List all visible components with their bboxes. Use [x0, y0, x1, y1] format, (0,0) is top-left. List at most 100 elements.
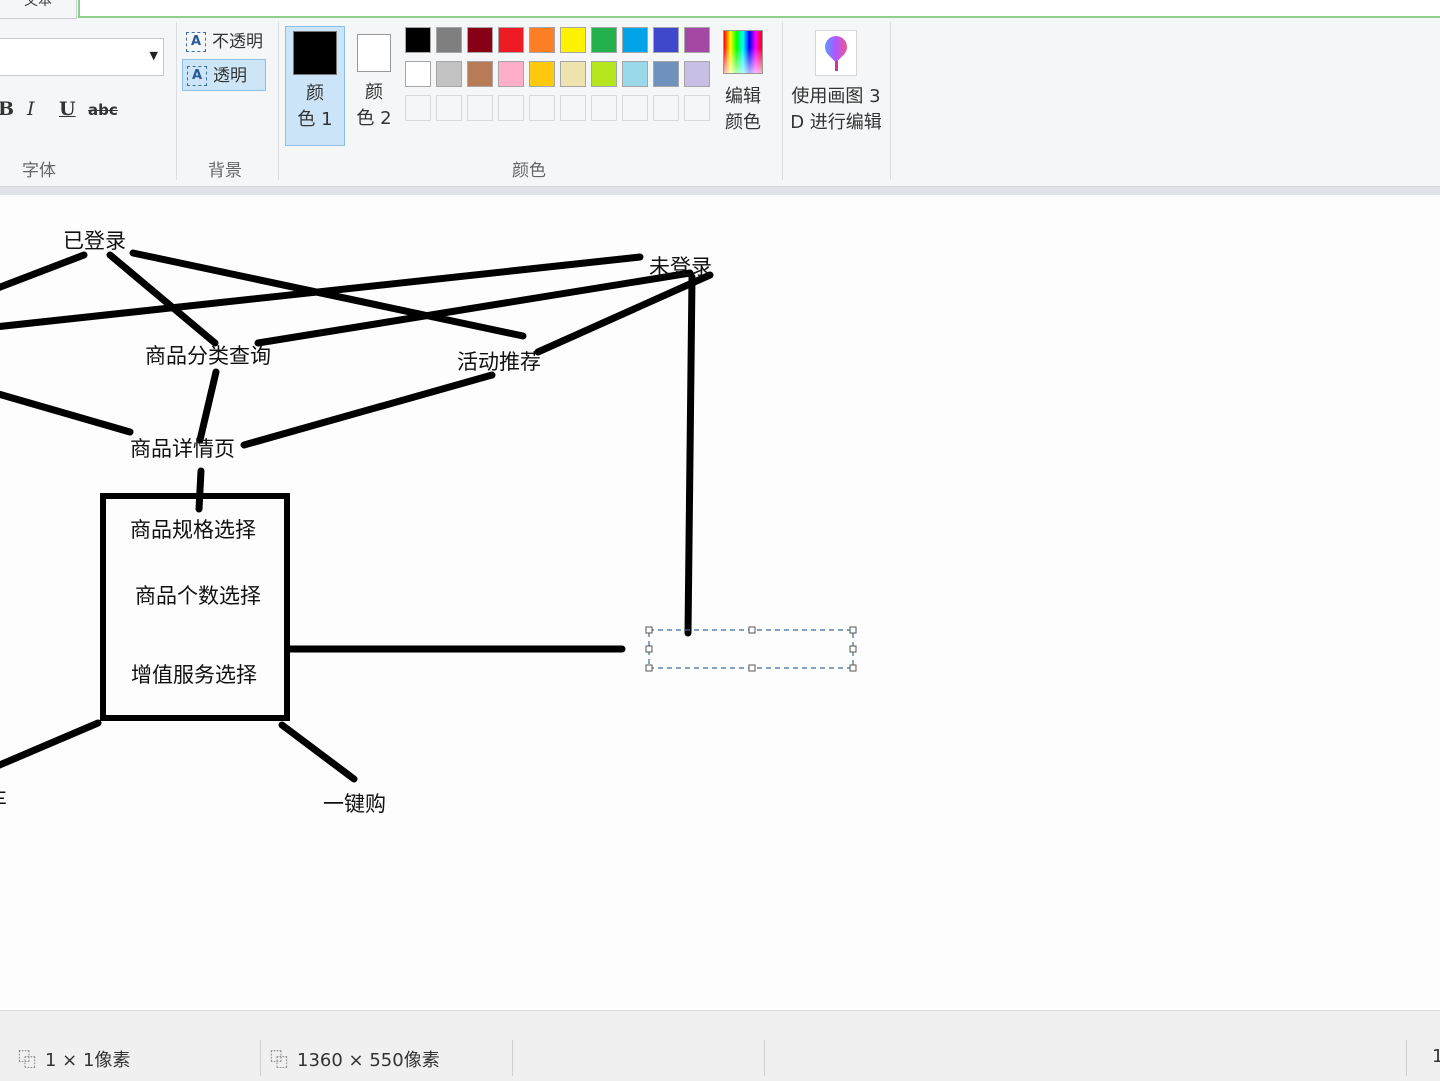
stroke-line: [0, 390, 134, 436]
cursor-size-text: 1 × 1像素: [45, 1050, 131, 1071]
node-one-click-buy: 一键购: [323, 792, 386, 816]
chevron-down-icon[interactable]: ▼: [150, 49, 158, 62]
palette-swatch[interactable]: [405, 61, 431, 87]
edit-colors-button[interactable]: 编辑 颜色: [720, 30, 766, 136]
palette-swatch[interactable]: [529, 61, 555, 87]
palette-custom-slot[interactable]: [684, 95, 710, 121]
colors-group-label: 颜色: [512, 161, 546, 181]
stroke-line: [0, 719, 102, 769]
color1-button[interactable]: 颜 色 1: [285, 26, 345, 146]
palette-swatch[interactable]: [591, 61, 617, 87]
group-divider: [782, 22, 783, 180]
palette-custom-slot[interactable]: [591, 95, 617, 121]
opaque-option[interactable]: A 不透明: [182, 26, 266, 58]
node-spec-select: 商品规格选择: [130, 518, 256, 542]
group-divider: [278, 22, 279, 180]
palette-swatch[interactable]: [560, 27, 586, 53]
status-divider: [260, 1040, 261, 1076]
group-divider: [890, 22, 891, 180]
stroke-line: [0, 251, 88, 291]
bold-button[interactable]: B: [0, 98, 14, 120]
palette-swatch[interactable]: [684, 27, 710, 53]
paint3d-icon: [815, 30, 857, 76]
paint3d-drop-shape: [820, 31, 852, 63]
node-promotion: 活动推荐: [457, 350, 541, 374]
transparent-label: 透明: [213, 66, 247, 86]
strikethrough-button[interactable]: abc: [88, 101, 118, 119]
palette-custom-slot[interactable]: [622, 95, 648, 121]
node-service-select: 增值服务选择: [131, 663, 257, 687]
stroke-line: [254, 269, 694, 347]
paint3d-label-2: D 进行编辑: [790, 112, 882, 133]
color2-button[interactable]: 颜 色 2: [344, 26, 404, 146]
selection-box: [645, 626, 857, 672]
underline-button[interactable]: U: [59, 98, 76, 120]
palette-custom-slot[interactable]: [467, 95, 493, 121]
node-product-detail: 商品详情页: [130, 437, 235, 461]
palette-swatch[interactable]: [436, 27, 462, 53]
color2-label-2: 色 2: [356, 108, 392, 129]
tab-text-label: 文本: [24, 0, 52, 9]
edit-with-paint3d-button[interactable]: 使用画图 3 D 进行编辑: [788, 30, 884, 136]
font-size-dropdown[interactable]: ▼: [0, 38, 164, 76]
italic-button[interactable]: I: [27, 98, 35, 120]
palette-swatch[interactable]: [467, 61, 493, 87]
palette-custom-slot[interactable]: [498, 95, 524, 121]
status-divider: [512, 1040, 513, 1076]
drawing-canvas[interactable]: 已登录 未登录 商品分类查询 活动推荐 商品详情页 商品规格选择 商品个数选择 …: [0, 195, 1440, 1010]
canvas-size-icon: ⿻: [270, 1050, 288, 1071]
tab-text[interactable]: 文本: [0, 0, 77, 19]
color1-label-2: 色 1: [297, 109, 333, 130]
node-category-query: 商品分类查询: [145, 344, 271, 368]
color2-label-1: 颜: [365, 82, 383, 103]
ribbon: 文本 ▼ B I U abc 字体 A 不透明 A 透明 背景 颜 色 1 颜 色 …: [0, 0, 1440, 186]
palette-swatch[interactable]: [467, 27, 493, 53]
node-quantity-select: 商品个数选择: [135, 584, 261, 608]
palette-swatch[interactable]: [529, 27, 555, 53]
palette-custom-slot[interactable]: [653, 95, 679, 121]
stroke-line: [240, 371, 496, 449]
palette-custom-slot[interactable]: [436, 95, 462, 121]
stroke-line: [684, 273, 696, 637]
palette-custom-slot[interactable]: [560, 95, 586, 121]
status-bar: [0, 1010, 1440, 1081]
paint3d-label-1: 使用画图 3: [791, 86, 881, 107]
color1-swatch: [293, 31, 337, 75]
node-not-logged-in: 未登录: [649, 255, 712, 279]
selection-size-icon: ⿻: [18, 1050, 36, 1071]
color-spectrum-icon: [723, 30, 763, 74]
palette-swatch[interactable]: [653, 27, 679, 53]
palette-custom-slot[interactable]: [529, 95, 555, 121]
text-input-field[interactable]: [78, 0, 1440, 18]
palette-swatch[interactable]: [405, 27, 431, 53]
canvas-size-text: 1360 × 550像素: [297, 1050, 440, 1071]
palette-swatch[interactable]: [653, 61, 679, 87]
palette-swatch[interactable]: [436, 61, 462, 87]
node-logged-in: 已登录: [63, 229, 126, 253]
stroke-line: [196, 368, 220, 444]
palette-swatch[interactable]: [622, 27, 648, 53]
ribbon-bottom-border: [0, 186, 1440, 195]
palette-swatch[interactable]: [498, 61, 524, 87]
palette-swatch[interactable]: [622, 61, 648, 87]
palette-swatch[interactable]: [498, 27, 524, 53]
palette-swatch[interactable]: [591, 27, 617, 53]
stroke-line: [195, 467, 205, 513]
background-group-label: 背景: [208, 161, 242, 181]
status-divider: [1406, 1040, 1407, 1076]
node-partial-left: 车: [0, 783, 7, 813]
opaque-label: 不透明: [212, 32, 263, 52]
text-box-icon: A: [187, 66, 207, 86]
zoom-text: 1: [1432, 1046, 1440, 1067]
palette-swatch[interactable]: [684, 61, 710, 87]
palette-swatch[interactable]: [560, 61, 586, 87]
font-group-label: 字体: [22, 161, 56, 181]
edit-colors-label-2: 颜色: [725, 112, 761, 133]
edit-colors-label-1: 编辑: [725, 86, 761, 107]
color1-label-1: 颜: [306, 83, 324, 104]
palette-custom-slot[interactable]: [405, 95, 431, 121]
transparent-option[interactable]: A 透明: [182, 59, 266, 91]
color-palette: [405, 27, 715, 127]
stroke-line: [278, 721, 358, 783]
text-box-icon: A: [186, 32, 206, 52]
